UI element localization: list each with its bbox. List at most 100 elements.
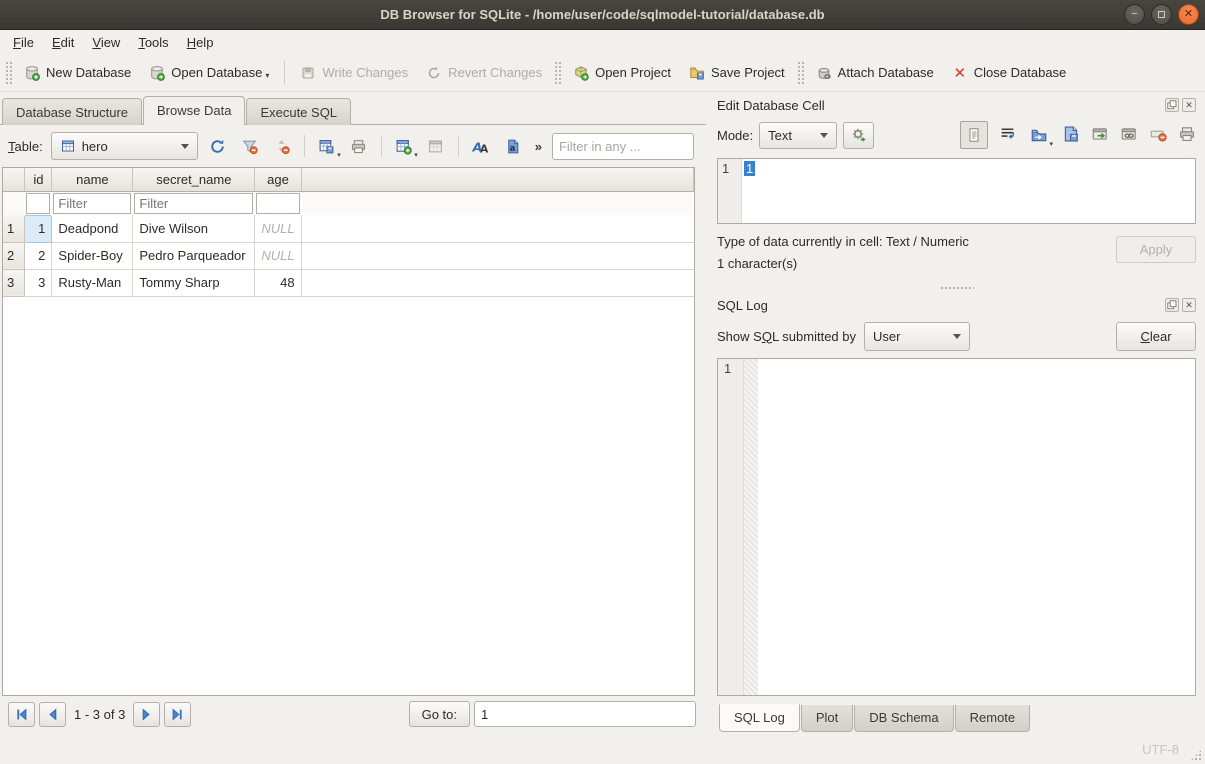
close-button[interactable]: ✕ bbox=[1178, 4, 1199, 25]
goto-button[interactable]: Go to: bbox=[409, 701, 470, 727]
menu-help[interactable]: Help bbox=[178, 32, 223, 53]
save-project-button[interactable]: Save Project bbox=[680, 60, 794, 86]
tab-db-schema[interactable]: DB Schema bbox=[854, 705, 953, 732]
word-wrap-button[interactable] bbox=[999, 125, 1016, 145]
open-in-app-button[interactable] bbox=[1091, 125, 1109, 146]
cell-name[interactable]: Rusty-Man bbox=[52, 269, 133, 296]
panel-splitter[interactable] bbox=[717, 282, 1196, 294]
float-panel-icon[interactable] bbox=[1165, 98, 1179, 112]
previous-page-button[interactable] bbox=[39, 702, 66, 727]
column-header-age[interactable]: age bbox=[255, 168, 301, 191]
minimize-button[interactable]: − bbox=[1124, 4, 1145, 25]
apply-button[interactable]: Apply bbox=[1116, 236, 1196, 263]
encoding-indicator[interactable]: UTF-8 bbox=[1142, 742, 1179, 757]
close-database-button[interactable]: ✕ Close Database bbox=[943, 59, 1076, 87]
table-select[interactable]: hero bbox=[51, 132, 198, 160]
data-grid: id name secret_name age bbox=[2, 167, 695, 696]
toolbar-handle[interactable] bbox=[5, 61, 12, 85]
log-content[interactable] bbox=[758, 359, 1195, 695]
cell-secret-name[interactable]: Dive Wilson bbox=[133, 215, 255, 242]
clear-filters-button[interactable] bbox=[238, 134, 262, 158]
open-project-button[interactable]: Open Project bbox=[564, 60, 680, 86]
tab-remote[interactable]: Remote bbox=[955, 705, 1031, 732]
export-data-button[interactable] bbox=[1062, 125, 1080, 146]
row-number[interactable]: 3 bbox=[3, 269, 25, 296]
tab-sql-log[interactable]: SQL Log bbox=[719, 704, 800, 732]
revert-changes-button[interactable]: Revert Changes bbox=[417, 60, 551, 86]
link-icon bbox=[1120, 125, 1138, 143]
cell-name[interactable]: Deadpond bbox=[52, 215, 133, 242]
toolbar-handle[interactable] bbox=[554, 61, 561, 85]
print-button[interactable] bbox=[347, 134, 371, 158]
clear-log-button[interactable]: Clear bbox=[1116, 322, 1196, 351]
toolbar-overflow-chevron[interactable]: » bbox=[535, 139, 542, 154]
cell-id[interactable]: 1 bbox=[25, 215, 52, 242]
print-cell-button[interactable] bbox=[1178, 125, 1196, 146]
last-page-button[interactable] bbox=[164, 702, 191, 727]
menu-view[interactable]: View bbox=[83, 32, 129, 53]
copy-link-button[interactable] bbox=[1120, 125, 1138, 146]
refresh-button[interactable] bbox=[206, 134, 230, 158]
float-panel-icon[interactable] bbox=[1165, 298, 1179, 312]
toolbar-handle[interactable] bbox=[797, 61, 804, 85]
column-header-id[interactable]: id bbox=[25, 168, 52, 191]
encoding-button[interactable]: a bbox=[501, 134, 525, 158]
menu-edit[interactable]: Edit bbox=[43, 32, 83, 53]
text-mode-button[interactable] bbox=[960, 121, 988, 149]
table-row: 2 2 Spider-Boy Pedro Parqueador NULL bbox=[3, 242, 694, 269]
insert-record-button[interactable]: ▾ bbox=[392, 134, 416, 158]
menu-file[interactable]: File bbox=[4, 32, 43, 53]
open-database-dropdown-icon[interactable]: ▾ bbox=[265, 71, 269, 80]
cell-id[interactable]: 3 bbox=[25, 269, 52, 296]
new-database-button[interactable]: New Database bbox=[15, 60, 140, 86]
next-page-button[interactable] bbox=[133, 702, 160, 727]
export-table-button[interactable]: ▾ bbox=[315, 134, 339, 158]
cell-secret-name[interactable]: Pedro Parqueador bbox=[133, 242, 255, 269]
import-data-button[interactable]: ▾ bbox=[1027, 123, 1051, 147]
cell-editor[interactable]: 1 1 bbox=[717, 158, 1196, 224]
mode-select-value: Text bbox=[768, 128, 792, 143]
tab-browse-data[interactable]: Browse Data bbox=[143, 96, 245, 125]
resize-grip-icon[interactable] bbox=[1190, 749, 1202, 761]
tab-database-structure[interactable]: Database Structure bbox=[2, 98, 142, 125]
menu-tools[interactable]: Tools bbox=[129, 32, 177, 53]
tab-plot[interactable]: Plot bbox=[801, 705, 853, 732]
maximize-button[interactable] bbox=[1151, 4, 1172, 25]
auto-switch-mode-button[interactable] bbox=[843, 122, 874, 149]
print-icon bbox=[350, 138, 367, 155]
filter-input-id[interactable] bbox=[26, 193, 50, 214]
attach-database-button[interactable]: Attach Database bbox=[807, 60, 943, 86]
cell-age[interactable]: NULL bbox=[255, 215, 301, 242]
first-page-button[interactable] bbox=[8, 702, 35, 727]
mode-select[interactable]: Text bbox=[759, 122, 837, 149]
sql-log-view[interactable]: 1 bbox=[717, 358, 1196, 696]
open-database-button[interactable]: Open Database ▾ bbox=[140, 60, 278, 86]
filter-input-secret-name[interactable] bbox=[134, 193, 253, 214]
delete-record-button[interactable] bbox=[424, 134, 448, 158]
corner-header[interactable] bbox=[3, 168, 25, 191]
row-number[interactable]: 2 bbox=[3, 242, 25, 269]
filter-any-input[interactable] bbox=[552, 133, 694, 160]
edit-display-format-button[interactable]: AA bbox=[469, 134, 493, 158]
column-header-secret-name[interactable]: secret_name bbox=[133, 168, 255, 191]
goto-input[interactable] bbox=[474, 701, 696, 727]
row-number[interactable]: 1 bbox=[3, 215, 25, 242]
filter-input-name[interactable] bbox=[53, 193, 131, 214]
submitted-by-select[interactable]: User bbox=[864, 322, 970, 351]
cell-name[interactable]: Spider-Boy bbox=[52, 242, 133, 269]
write-changes-button[interactable]: Write Changes bbox=[291, 60, 417, 86]
tab-execute-sql[interactable]: Execute SQL bbox=[246, 98, 351, 125]
editor-content[interactable]: 1 bbox=[742, 159, 1195, 223]
chevron-down-icon bbox=[953, 334, 961, 339]
close-panel-icon[interactable]: ✕ bbox=[1182, 98, 1196, 112]
clear-sorting-button[interactable] bbox=[270, 134, 294, 158]
cell-age[interactable]: 48 bbox=[255, 269, 301, 296]
close-panel-icon[interactable]: ✕ bbox=[1182, 298, 1196, 312]
set-null-button[interactable] bbox=[1149, 125, 1167, 146]
column-header-name[interactable]: name bbox=[52, 168, 133, 191]
cell-age[interactable]: NULL bbox=[255, 242, 301, 269]
filter-input-age[interactable] bbox=[256, 193, 299, 214]
cell-secret-name[interactable]: Tommy Sharp bbox=[133, 269, 255, 296]
pagination-bar: 1 - 3 of 3 Go to: bbox=[0, 698, 706, 734]
cell-id[interactable]: 2 bbox=[25, 242, 52, 269]
